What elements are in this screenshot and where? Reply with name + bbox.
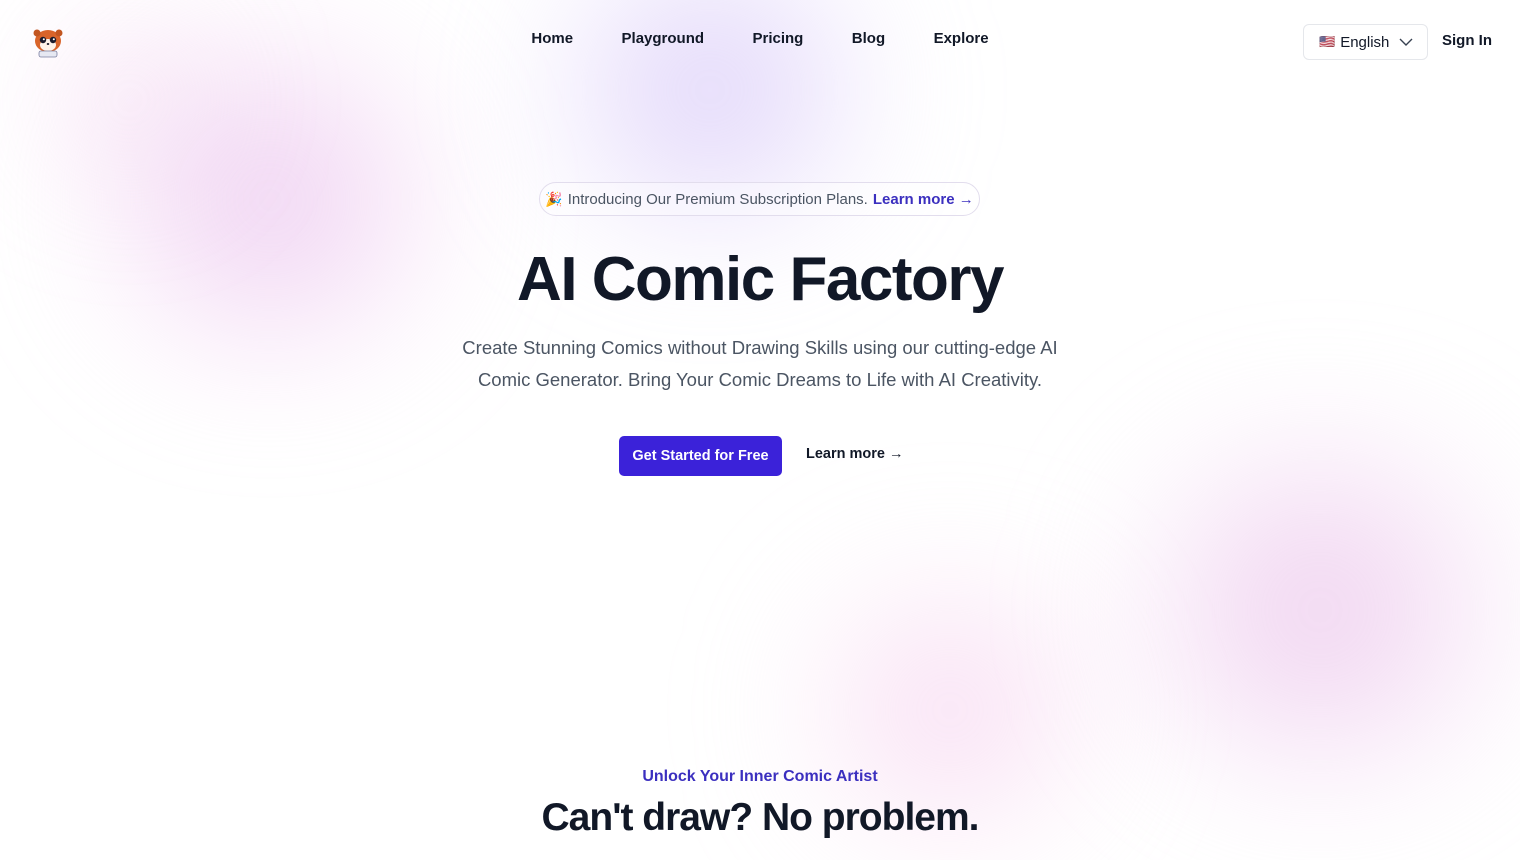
- nav-explore[interactable]: Explore: [934, 30, 989, 47]
- party-popper-icon: 🎉: [545, 190, 563, 207]
- us-flag-icon: 🇺🇸: [1319, 34, 1336, 49]
- section-title: Can't draw? No problem.: [541, 796, 980, 839]
- announcement-text: Introducing Our Premium Subscription Pla…: [567, 190, 868, 208]
- language-select[interactable]: 🇺🇸 English: [1303, 24, 1428, 60]
- announcement-banner[interactable]: 🎉 Introducing Our Premium Subscription P…: [539, 182, 980, 216]
- nav-home[interactable]: Home: [531, 30, 573, 47]
- page-title: AI Comic Factory: [517, 245, 1004, 314]
- announcement-learn-more-link[interactable]: Learn more →: [873, 191, 974, 208]
- nav-playground[interactable]: Playground: [622, 30, 705, 47]
- nav-blog[interactable]: Blog: [852, 30, 885, 47]
- section-eyebrow: Unlock Your Inner Comic Artist: [642, 768, 878, 785]
- site-header: Home Playground Pricing Blog Explore 🇺🇸 …: [0, 0, 1520, 84]
- chevron-down-icon: [1399, 38, 1413, 46]
- learn-more-link[interactable]: Learn more →: [806, 446, 904, 462]
- sign-in-link[interactable]: Sign In: [1442, 32, 1492, 49]
- main-nav: Home Playground Pricing Blog Explore: [0, 30, 1520, 48]
- get-started-button[interactable]: Get Started for Free: [619, 436, 782, 476]
- background-gradient: [1080, 420, 1520, 800]
- nav-pricing[interactable]: Pricing: [752, 30, 803, 47]
- hero-subtitle: Create Stunning Comics without Drawing S…: [462, 337, 1058, 390]
- language-label: English: [1340, 33, 1390, 51]
